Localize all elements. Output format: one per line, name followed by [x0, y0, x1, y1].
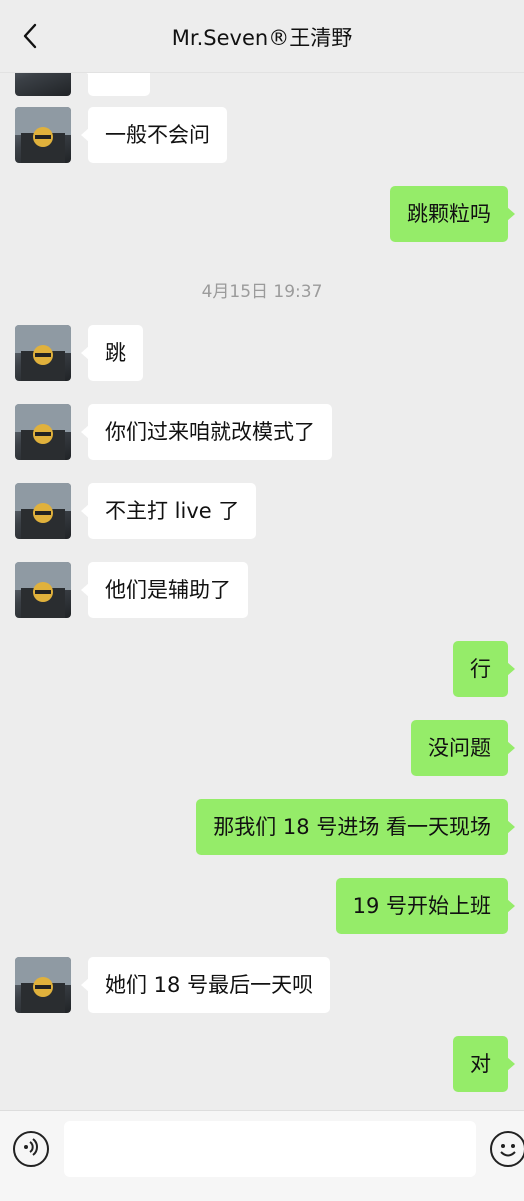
avatar[interactable] [15, 957, 71, 1013]
chat-area: 一般不会问 跳颗粒吗 4月15日 19:37 跳 你们过来咱就改模式了 不主打 … [0, 0, 524, 1110]
voice-icon [21, 1137, 41, 1161]
message-bubble: 一般不会问 [81, 107, 227, 163]
message-bubble: 19 号开始上班 [335, 878, 516, 934]
avatar[interactable] [15, 404, 71, 460]
avatar[interactable] [15, 562, 71, 618]
message-bubble: 他们是辅助了 [81, 562, 248, 618]
avatar[interactable] [15, 107, 71, 163]
avatar[interactable] [15, 483, 71, 539]
input-bar [0, 1110, 524, 1201]
voice-button[interactable] [13, 1131, 49, 1167]
message-bubble: 不主打 live 了 [80, 483, 257, 539]
timestamp: 4月15日 19:37 [201, 282, 323, 302]
message-input[interactable] [64, 1121, 476, 1177]
message-bubble: 跳 [81, 325, 143, 381]
emoji-button[interactable] [490, 1131, 524, 1167]
chat-title: Mr.Seven®王清野 [171, 26, 353, 50]
message-bubble: 你们过来咱就改模式了 [81, 404, 332, 460]
avatar[interactable] [15, 325, 71, 381]
message-bubble: 她们 18 号最后一天呗 [80, 957, 331, 1013]
message-bubble: 行 [453, 641, 515, 697]
chat-header: Mr.Seven®王清野 [0, 0, 524, 73]
emoji-icon [492, 1144, 524, 1169]
message-bubble: 那我们 18 号进场 看一天现场 [196, 799, 515, 855]
message-bubble: 没问题 [411, 720, 515, 776]
message-bubble: 对 [453, 1036, 515, 1092]
message-bubble: 跳颗粒吗 [390, 186, 515, 242]
